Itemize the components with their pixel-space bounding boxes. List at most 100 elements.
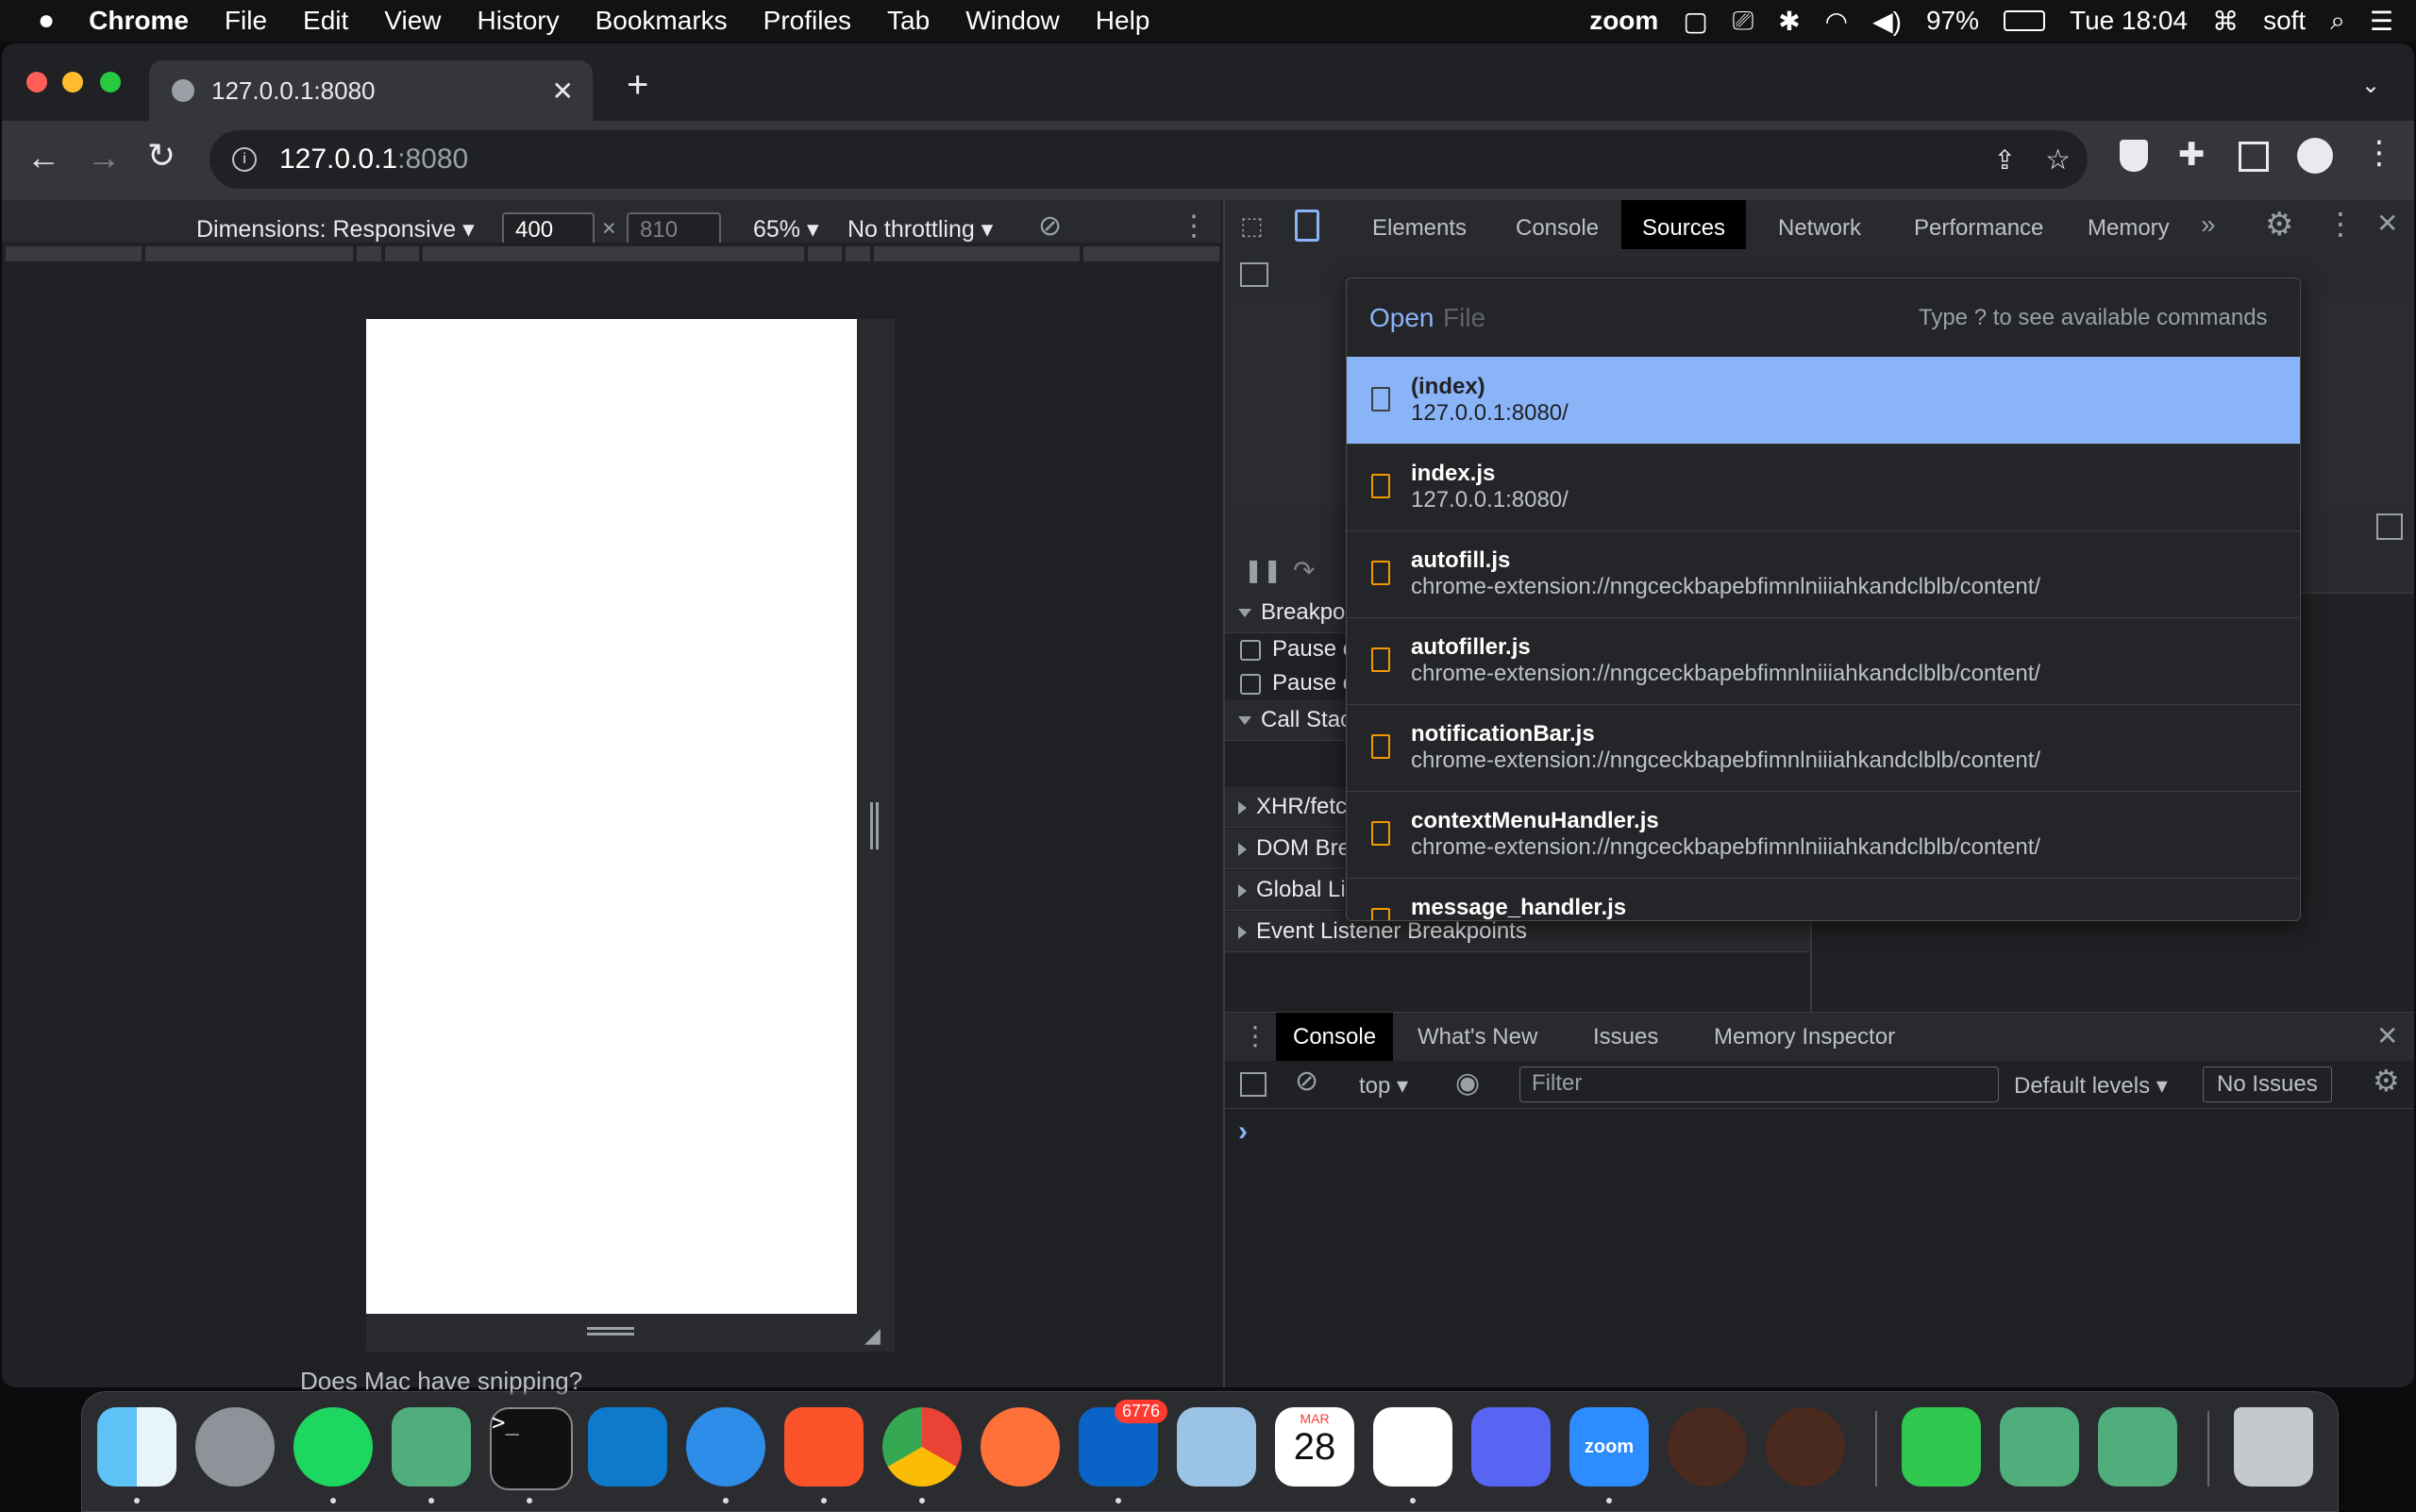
minimize-window-button[interactable] (62, 72, 83, 92)
ruler-segment[interactable] (6, 246, 142, 261)
forward-icon[interactable]: → (87, 138, 121, 177)
close-tab-icon[interactable]: ✕ (552, 76, 574, 107)
live-expression-eye-icon[interactable]: ◉ (1455, 1067, 1480, 1100)
console-sidebar-icon[interactable] (1240, 1072, 1267, 1097)
menu-window[interactable]: Window (965, 6, 1060, 36)
clear-console-icon[interactable]: ⊘ (1295, 1065, 1318, 1098)
console-prompt[interactable]: › (1238, 1116, 1248, 1148)
quick-open-item[interactable]: autofiller.js chrome-extension://nngceck… (1347, 617, 2300, 705)
battery-icon[interactable] (2004, 10, 2045, 31)
ruler-segment[interactable] (423, 246, 804, 261)
dimensions-select[interactable]: Dimensions: Responsive ▾ (196, 215, 475, 244)
user-name[interactable]: soft (2263, 6, 2306, 36)
log-levels-select[interactable]: Default levels ▾ (2014, 1072, 2168, 1100)
devtools-menu-icon[interactable]: ⋮ (2325, 206, 2356, 242)
game-skull-icon-2[interactable] (1766, 1407, 1845, 1487)
preview-icon[interactable] (1177, 1407, 1256, 1487)
quick-open-item[interactable]: message_handler.js (1347, 878, 2300, 920)
tab-search-icon[interactable]: ⌄ (2361, 72, 2380, 99)
ruler-segment[interactable] (808, 246, 842, 261)
calendar-icon[interactable]: MAR 28 (1275, 1407, 1354, 1487)
extensions-puzzle-icon[interactable]: ✚ (2178, 136, 2206, 174)
bookmark-star-icon[interactable]: ☆ (2045, 143, 2071, 176)
ruler-segment[interactable] (874, 246, 1080, 261)
step-over-icon[interactable]: ↷ (1293, 555, 1315, 586)
ruler-segment[interactable] (357, 246, 381, 261)
device-toolbar-menu-icon[interactable]: ⋮ (1180, 210, 1208, 243)
drawer-tab-memory-inspector[interactable]: Memory Inspector (1714, 1013, 1895, 1062)
firefox-icon[interactable] (981, 1407, 1060, 1487)
close-window-button[interactable] (26, 72, 47, 92)
drawer-menu-icon[interactable]: ⋮ (1242, 1020, 1268, 1051)
zoom-window-button[interactable] (100, 72, 121, 92)
tab-elements[interactable]: Elements (1359, 200, 1480, 249)
menu-tab[interactable]: Tab (887, 6, 930, 36)
bluetooth-icon[interactable]: ✱ (1778, 6, 1800, 37)
browser-tab[interactable]: 127.0.0.1:8080 ✕ (149, 60, 593, 121)
outlook-icon[interactable]: 6776 (1079, 1400, 1168, 1487)
zoom-status[interactable]: zoom (1589, 6, 1658, 36)
vscode-icon[interactable] (588, 1407, 667, 1487)
inspect-icon[interactable]: ⬚ (1240, 211, 1264, 241)
terminal-icon[interactable]: >_ (490, 1407, 573, 1490)
atom-icon[interactable] (392, 1407, 471, 1487)
atom-icon-3[interactable] (2098, 1407, 2177, 1487)
ruler-segment[interactable] (145, 246, 353, 261)
volume-icon[interactable]: ◀) (1872, 6, 1902, 37)
share-icon[interactable]: ⇪ (1994, 144, 2016, 176)
profile-avatar-icon[interactable] (2297, 138, 2333, 174)
more-tabs-icon[interactable]: » (2201, 210, 2216, 240)
toggle-navigator-icon[interactable] (1240, 262, 1268, 287)
menu-view[interactable]: View (384, 6, 441, 36)
ruler-segment[interactable] (385, 246, 419, 261)
pause-icon[interactable]: ❚❚ (1244, 557, 1282, 584)
spotify-icon[interactable] (294, 1407, 373, 1487)
resize-handle-bottom[interactable]: ◢ (366, 1314, 895, 1352)
menu-file[interactable]: File (225, 6, 267, 36)
wifi-icon[interactable]: ◠ (1825, 6, 1848, 37)
safari-icon[interactable] (686, 1407, 765, 1487)
drawer-tab-console[interactable]: Console (1276, 1013, 1394, 1062)
context-select[interactable]: top ▾ (1359, 1072, 1408, 1100)
chrome-icon[interactable] (882, 1407, 962, 1487)
trash-icon[interactable] (2234, 1407, 2313, 1487)
corner-resize-icon[interactable]: ◢ (864, 1323, 881, 1348)
side-panel-icon[interactable] (2239, 142, 2269, 172)
facetime-icon[interactable] (1902, 1407, 1981, 1487)
slack-icon[interactable] (1373, 1407, 1452, 1487)
stop-icon[interactable]: ▢ (1683, 6, 1707, 37)
airplay-icon[interactable]: ⎚ (1733, 6, 1753, 37)
menu-help[interactable]: Help (1096, 6, 1150, 36)
extension-shield-icon[interactable] (2120, 140, 2148, 172)
ruler-segment[interactable] (1083, 246, 1219, 261)
brave-icon[interactable] (784, 1407, 864, 1487)
tab-sources[interactable]: Sources (1621, 200, 1747, 249)
resize-handle-right[interactable] (857, 319, 895, 1314)
address-bar[interactable]: i 127.0.0.1:8080 ⇪ ☆ (210, 130, 2088, 189)
zoom-icon[interactable]: zoom (1569, 1407, 1649, 1487)
clock[interactable]: Tue 18:04 (2070, 6, 2188, 36)
throttling-select[interactable]: No throttling ▾ (847, 215, 993, 244)
quick-open-item[interactable]: contextMenuHandler.js chrome-extension:/… (1347, 791, 2300, 879)
page-content[interactable] (366, 319, 857, 1314)
spotlight-icon[interactable]: ⌕ (2330, 6, 2345, 37)
issues-counter-button[interactable]: No Issues (2203, 1067, 2332, 1102)
ruler-segment[interactable] (846, 246, 870, 261)
finder-icon[interactable] (97, 1407, 176, 1487)
tab-memory[interactable]: Memory (2074, 200, 2183, 249)
tab-console[interactable]: Console (1502, 200, 1612, 249)
tab-network[interactable]: Network (1765, 200, 1874, 249)
settings-gear-icon[interactable]: ⚙ (2265, 206, 2293, 244)
tab-performance[interactable]: Performance (1901, 200, 2056, 249)
site-info-icon[interactable]: i (232, 147, 257, 172)
drawer-tab-whats-new[interactable]: What's New (1418, 1013, 1537, 1062)
close-devtools-icon[interactable]: ✕ (2376, 208, 2398, 239)
quick-open-item[interactable]: (index) 127.0.0.1:8080/ (1347, 357, 2300, 445)
zoom-select[interactable]: 65% ▾ (753, 215, 819, 244)
quick-open-item[interactable]: index.js 127.0.0.1:8080/ (1347, 444, 2300, 531)
chrome-menu-icon[interactable]: ⋮ (2363, 134, 2395, 172)
console-filter-input[interactable]: Filter (1519, 1067, 1999, 1102)
atom-icon-2[interactable] (2000, 1407, 2079, 1487)
quick-open-item[interactable]: autofill.js chrome-extension://nngceckba… (1347, 530, 2300, 618)
close-drawer-icon[interactable]: ✕ (2376, 1020, 2398, 1051)
